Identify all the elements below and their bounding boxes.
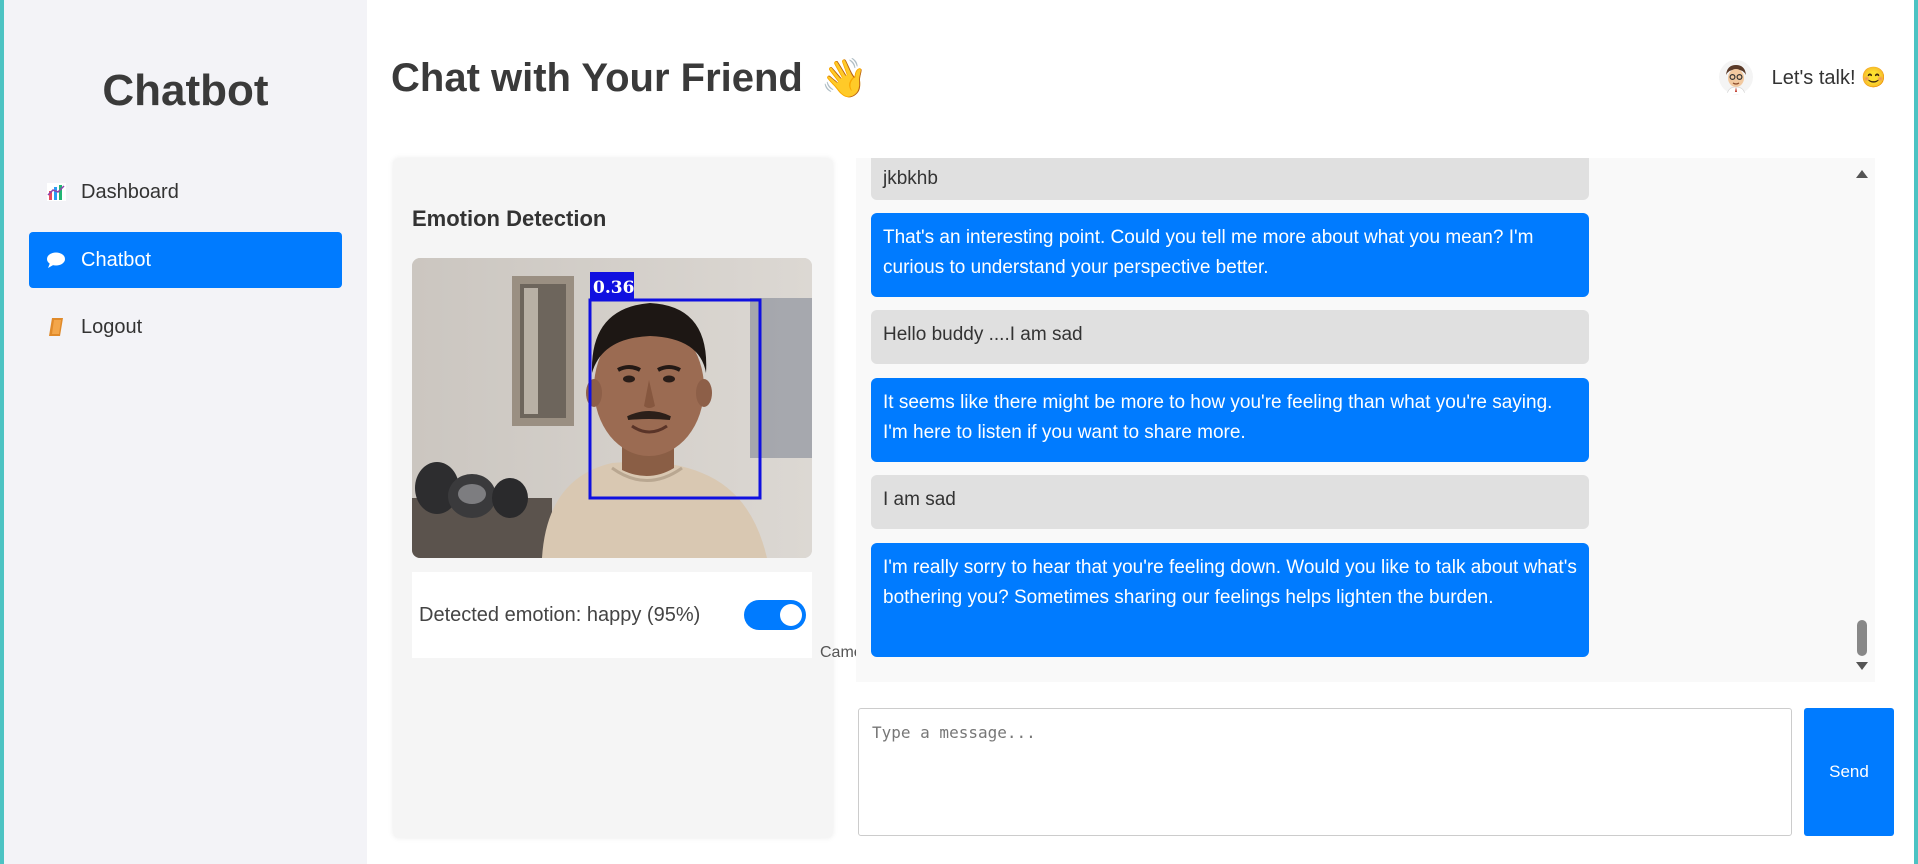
chat-message-bot: It seems like there might be more to how… [871, 378, 1589, 462]
camera-toggle[interactable] [744, 600, 806, 630]
message-input[interactable] [858, 708, 1792, 836]
message-text: It seems like there might be more to how… [883, 392, 1553, 443]
greeting-text: Let's talk! 😊 [1771, 66, 1886, 89]
scroll-down-arrow-icon[interactable] [1856, 662, 1868, 670]
brand-title: Chatbot [102, 66, 269, 115]
send-button[interactable]: Send [1804, 708, 1894, 836]
sidebar-item-label: Logout [81, 315, 143, 338]
sidebar-item-chatbot[interactable]: Chatbot [29, 232, 342, 288]
message-text: Hello buddy ....I am sad [883, 324, 1083, 345]
page-title-text: Chat with Your Friend [391, 56, 803, 100]
chat-message-bot: I'm really sorry to hear that you're fee… [871, 543, 1589, 657]
chat-message-bot: That's an interesting point. Could you t… [871, 213, 1589, 297]
webcam-image: 0.36 [412, 258, 812, 558]
message-text: I am sad [883, 489, 956, 510]
sidebar-item-label: Dashboard [81, 180, 179, 203]
chat-message-user: jkbkhb [871, 158, 1589, 200]
sidebar-item-label: Chatbot [81, 248, 152, 271]
door-icon [45, 316, 67, 338]
header-user: Let's talk! 😊 [1717, 58, 1886, 96]
message-text: I'm really sorry to hear that you're fee… [883, 557, 1577, 608]
bar-chart-icon [45, 181, 67, 203]
emotion-detection-title: Emotion Detection [412, 206, 607, 231]
toggle-knob [780, 604, 802, 626]
page-title: Chat with Your Friend 👋 [391, 56, 868, 101]
scroll-thumb[interactable] [1857, 620, 1867, 656]
chat-message-user: I am sad [871, 475, 1589, 529]
sidebar-item-logout[interactable]: Logout [29, 299, 342, 355]
emotion-status-card: Detected emotion: happy (95%) [412, 572, 812, 658]
chat-scrollbar[interactable] [1851, 158, 1875, 682]
waving-hand-icon: 👋 [820, 57, 869, 100]
chat-message-user: Hello buddy ....I am sad [871, 310, 1589, 364]
sidebar-item-dashboard[interactable]: Dashboard [29, 164, 342, 220]
detected-emotion-text: Detected emotion: happy (95%) [419, 603, 701, 626]
chat-messages[interactable]: jkbkhb That's an interesting point. Coul… [856, 158, 1875, 682]
scroll-up-arrow-icon[interactable] [1856, 170, 1868, 178]
message-text: That's an interesting point. Could you t… [883, 227, 1534, 278]
face-confidence-label: 0.36 [593, 278, 634, 298]
speech-bubble-icon [45, 249, 67, 271]
message-text: jkbkhb [883, 168, 938, 189]
avatar [1717, 59, 1754, 95]
emotion-detection-panel: Emotion Detection 0.36 Detected emotion:… [393, 158, 833, 838]
camera-feed: 0.36 [412, 258, 812, 558]
sidebar: Chatbot Dashboard Chatbot Logout [4, 0, 367, 864]
